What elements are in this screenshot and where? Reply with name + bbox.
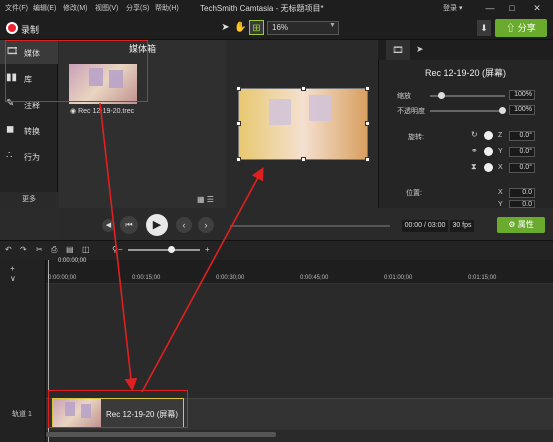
annotation-arrow-up	[141, 167, 264, 393]
annotation-arrows	[99, 102, 264, 393]
annotation-arrow-down	[99, 102, 138, 392]
